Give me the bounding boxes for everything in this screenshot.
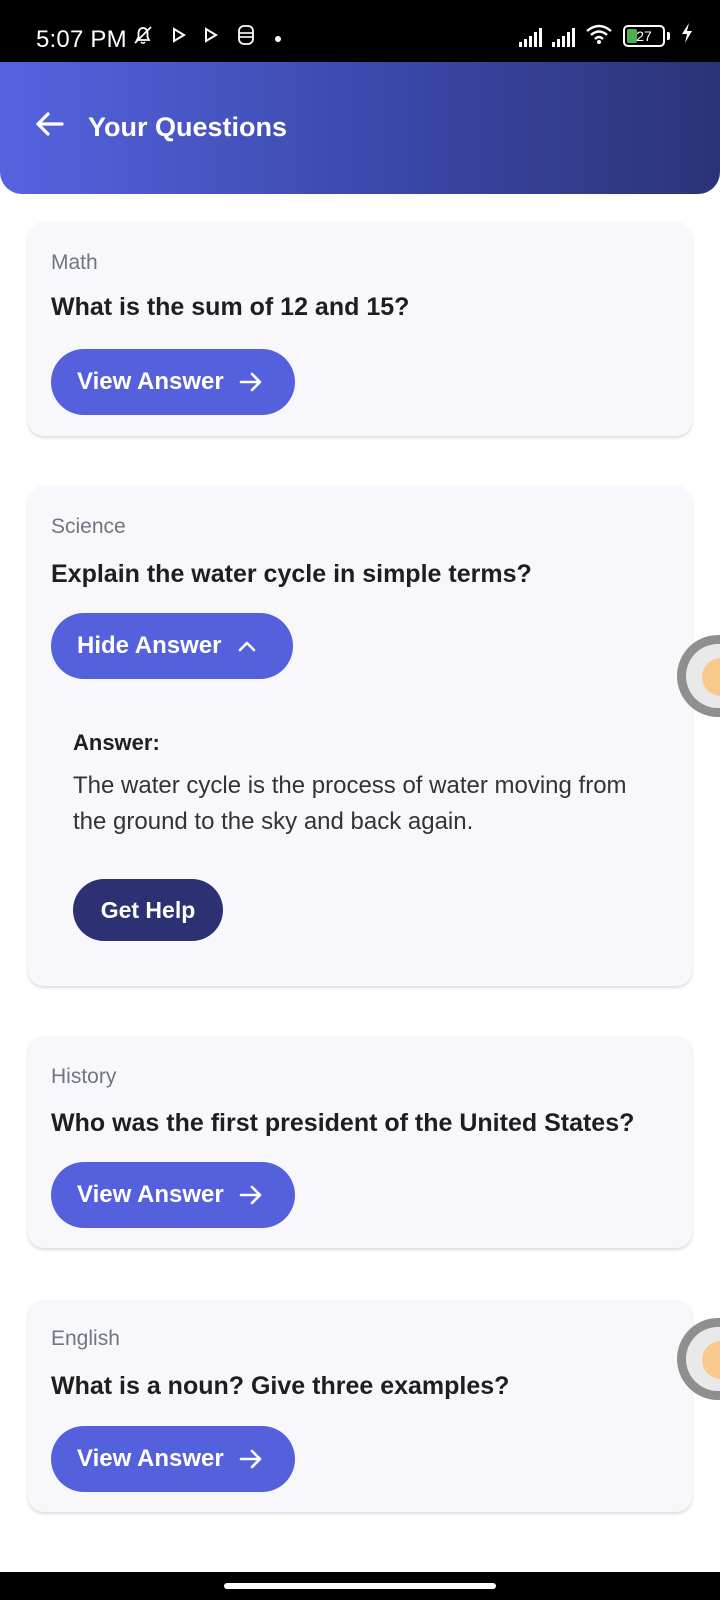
question-text: Who was the first president of the Unite… <box>51 1109 635 1137</box>
status-time: 5:07 PM <box>36 26 127 53</box>
signal-icon <box>552 25 575 47</box>
wifi-icon <box>585 23 613 50</box>
question-subject: Science <box>51 515 126 538</box>
play-icon <box>204 27 218 47</box>
question-subject: History <box>51 1065 117 1088</box>
answer-label: Answer: <box>73 730 160 755</box>
arrow-right-icon <box>239 1185 262 1205</box>
screen: 5:07 PM 27 Your Questions Math What is t… <box>0 0 720 1600</box>
question-subject: English <box>51 1327 120 1350</box>
arrow-right-icon <box>239 1449 262 1469</box>
home-gesture-handle[interactable] <box>224 1583 496 1589</box>
battery-icon: 27 <box>623 25 665 47</box>
play-icon <box>172 27 186 47</box>
button-label: View Answer <box>77 368 224 395</box>
question-text: What is the sum of 12 and 15? <box>51 293 410 321</box>
view-answer-button[interactable]: View Answer <box>51 1162 295 1228</box>
view-answer-button[interactable]: View Answer <box>51 1426 295 1492</box>
button-label: View Answer <box>77 1181 224 1208</box>
status-right-icons: 27 <box>519 22 694 50</box>
app-header: Your Questions <box>0 62 720 194</box>
question-card-english: English What is a noun? Give three examp… <box>28 1300 692 1512</box>
question-text: What is a noun? Give three examples? <box>51 1372 510 1400</box>
arrow-left-icon <box>36 112 64 136</box>
question-card-history: History Who was the first president of t… <box>28 1036 692 1248</box>
view-answer-button[interactable]: View Answer <box>51 349 295 415</box>
floating-widget-icon <box>702 1341 720 1379</box>
notification-icon <box>236 24 256 50</box>
button-label: Hide Answer <box>77 632 222 659</box>
floating-widget-icon <box>702 658 720 696</box>
muted-bell-icon <box>132 24 154 50</box>
battery-level: 27 <box>636 28 652 44</box>
question-card-science: Science Explain the water cycle in simpl… <box>28 486 692 986</box>
arrow-right-icon <box>239 372 262 392</box>
question-card-math: Math What is the sum of 12 and 15? View … <box>28 222 692 436</box>
chevron-up-icon <box>239 641 256 652</box>
charging-icon <box>680 22 694 50</box>
page-title: Your Questions <box>88 112 288 142</box>
answer-text: The water cycle is the process of water … <box>73 772 627 835</box>
get-help-button[interactable]: Get Help <box>73 879 223 941</box>
status-bar: 5:07 PM 27 <box>0 0 720 62</box>
hide-answer-button[interactable]: Hide Answer <box>51 613 293 679</box>
battery-tip <box>667 32 670 40</box>
question-subject: Math <box>51 251 98 274</box>
question-text: Explain the water cycle in simple terms? <box>51 560 532 588</box>
dot-icon <box>274 27 282 47</box>
button-label: View Answer <box>77 1445 224 1472</box>
back-button[interactable] <box>32 106 68 142</box>
navigation-bar <box>0 1572 720 1600</box>
signal-icon <box>519 25 542 47</box>
status-left-icons <box>132 24 282 50</box>
